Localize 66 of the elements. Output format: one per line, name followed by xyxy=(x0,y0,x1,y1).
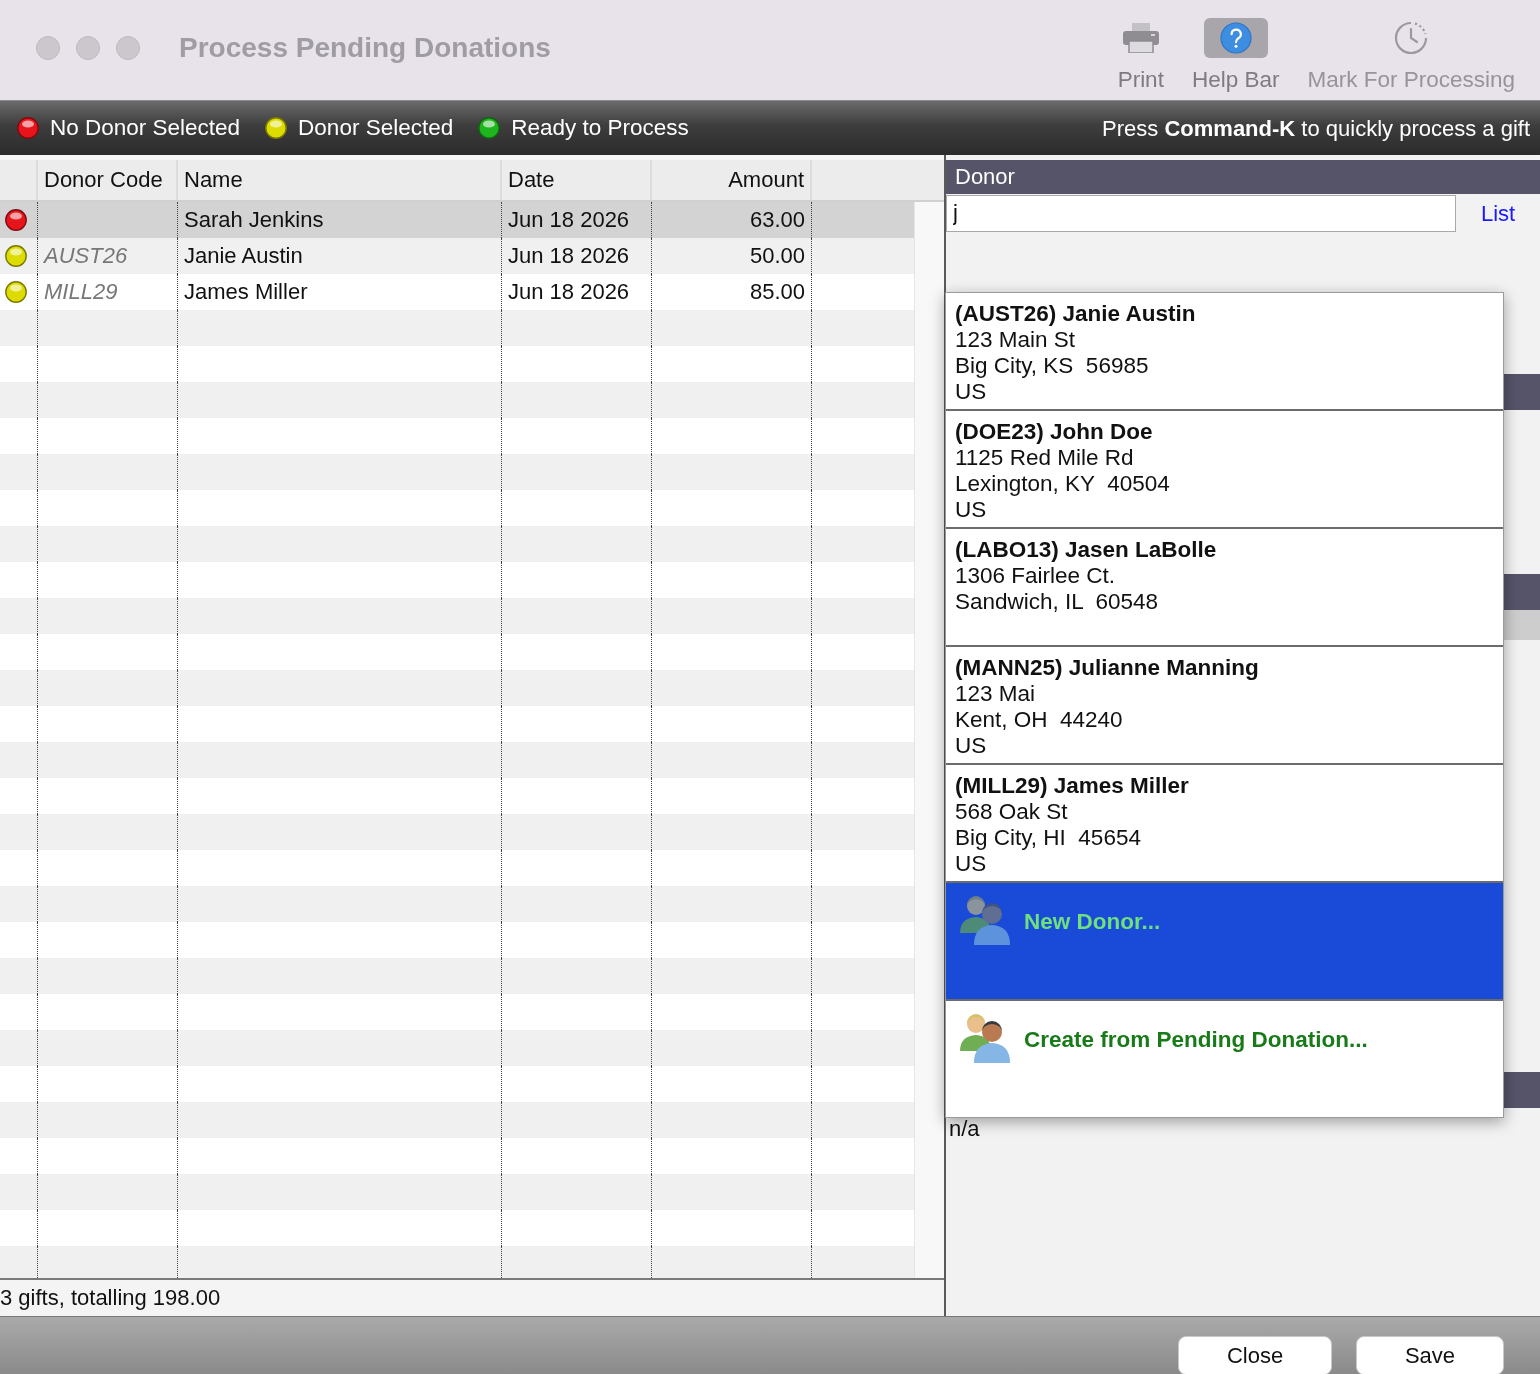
address-line: Lexington, KY 40504 xyxy=(955,471,1171,497)
action-label: New Donor... xyxy=(1024,909,1161,935)
donor-search-field[interactable]: j xyxy=(946,194,1456,232)
address-line: 123 Mai xyxy=(955,681,1037,707)
address-line: Big City, HI 45654 xyxy=(955,825,1142,851)
section-header: Donor xyxy=(946,160,1540,194)
shaded-band xyxy=(1503,610,1540,640)
table-row[interactable]: MILL29 James Miller Jun 18 2026 85.00 xyxy=(0,274,914,310)
donor-option[interactable]: (LABO13) Jasen LaBolle 1306 Fairlee Ct. Sandwich, IL 60548 xyxy=(946,529,1503,647)
donor-option-title: (LABO13) Jasen LaBolle xyxy=(955,537,1218,563)
field-value: n/a xyxy=(949,1117,980,1141)
donor-option-title: (MANN25) Julianne Manning xyxy=(955,655,1260,681)
legend-label: No Donor Selected xyxy=(50,114,241,143)
address-line: 1125 Red Mile Rd xyxy=(955,445,1135,471)
table-row[interactable]: Sarah Jenkins Jun 18 2026 63.00 xyxy=(0,202,914,238)
legend-label: Ready to Process xyxy=(511,114,689,143)
section-header-strip xyxy=(1503,374,1540,410)
table-row[interactable]: AUST26 Janie Austin Jun 18 2026 50.00 xyxy=(0,238,914,274)
shortcut-hint: Press Command-K to quickly process a gift xyxy=(1102,114,1530,143)
donor-option[interactable]: (MANN25) Julianne Manning 123 Mai Kent, OH 44240 US xyxy=(946,647,1503,765)
zoom-window-icon[interactable] xyxy=(116,36,140,60)
table-cell-text: MILL29 xyxy=(44,278,118,306)
address-line: US xyxy=(955,497,988,523)
column-header[interactable]: Donor Code xyxy=(38,160,178,200)
table-cell-text: Jun 18 2026 xyxy=(508,242,630,270)
people-icon xyxy=(958,1011,1012,1063)
section-header-strip xyxy=(1503,1072,1540,1108)
menu-action[interactable]: Create from Pending Donation... xyxy=(946,1001,1503,1117)
donor-option-title: (AUST26) Janie Austin xyxy=(955,301,1197,327)
address-line: 1306 Fairlee Ct. xyxy=(955,563,1117,589)
address-line: US xyxy=(955,379,988,405)
table-cell-text: 85.00 xyxy=(749,278,805,306)
column-header[interactable]: Amount xyxy=(652,160,812,200)
menu-action[interactable]: New Donor... xyxy=(946,883,1503,1001)
table-cell-text: Jun 18 2026 xyxy=(508,278,630,306)
address-line: US xyxy=(955,733,988,759)
table-cell-text: Janie Austin xyxy=(184,242,303,270)
address-line: Big City, KS 56985 xyxy=(955,353,1150,379)
address-line: 123 Main St xyxy=(955,327,1077,353)
address-line: Sandwich, IL 60548 xyxy=(955,589,1160,615)
minimize-window-icon[interactable] xyxy=(76,36,100,60)
dialog-button[interactable]: Close xyxy=(1178,1336,1332,1374)
dialog-button[interactable]: Save xyxy=(1356,1336,1504,1374)
section-header-strip xyxy=(1503,574,1540,610)
people-icon xyxy=(958,893,1012,945)
donor-option[interactable]: (DOE23) John Doe 1125 Red Mile Rd Lexington, KY 40504 US xyxy=(946,411,1503,529)
address-line: Kent, OH 44240 xyxy=(955,707,1124,733)
column-header[interactable]: Date xyxy=(502,160,652,200)
legend-label: Donor Selected xyxy=(298,114,454,143)
table-cell-text: 63.00 xyxy=(749,206,805,234)
table-cell-text: James Miller xyxy=(184,278,308,306)
donor-option-title: (MILL29) James Miller xyxy=(955,773,1190,799)
donor-option[interactable]: (AUST26) Janie Austin 123 Main St Big City, KS 56985 US xyxy=(946,293,1503,411)
close-window-icon[interactable] xyxy=(36,36,60,60)
table-cell-text: Jun 18 2026 xyxy=(508,206,630,234)
action-label: Create from Pending Donation... xyxy=(1024,1027,1368,1053)
donor-option-title: (DOE23) John Doe xyxy=(955,419,1154,445)
table-cell-text: Sarah Jenkins xyxy=(184,206,324,234)
list-link[interactable]: List xyxy=(1481,196,1516,230)
address-line: 568 Oak St xyxy=(955,799,1069,825)
summary-text: 3 gifts, totalling 198.00 xyxy=(0,1285,221,1310)
address-line: US xyxy=(955,851,988,877)
table-cell-text: 50.00 xyxy=(749,242,805,270)
column-header[interactable]: Name xyxy=(178,160,502,200)
table-cell-text: AUST26 xyxy=(44,242,128,270)
window-title: Process Pending Donations xyxy=(179,31,551,65)
